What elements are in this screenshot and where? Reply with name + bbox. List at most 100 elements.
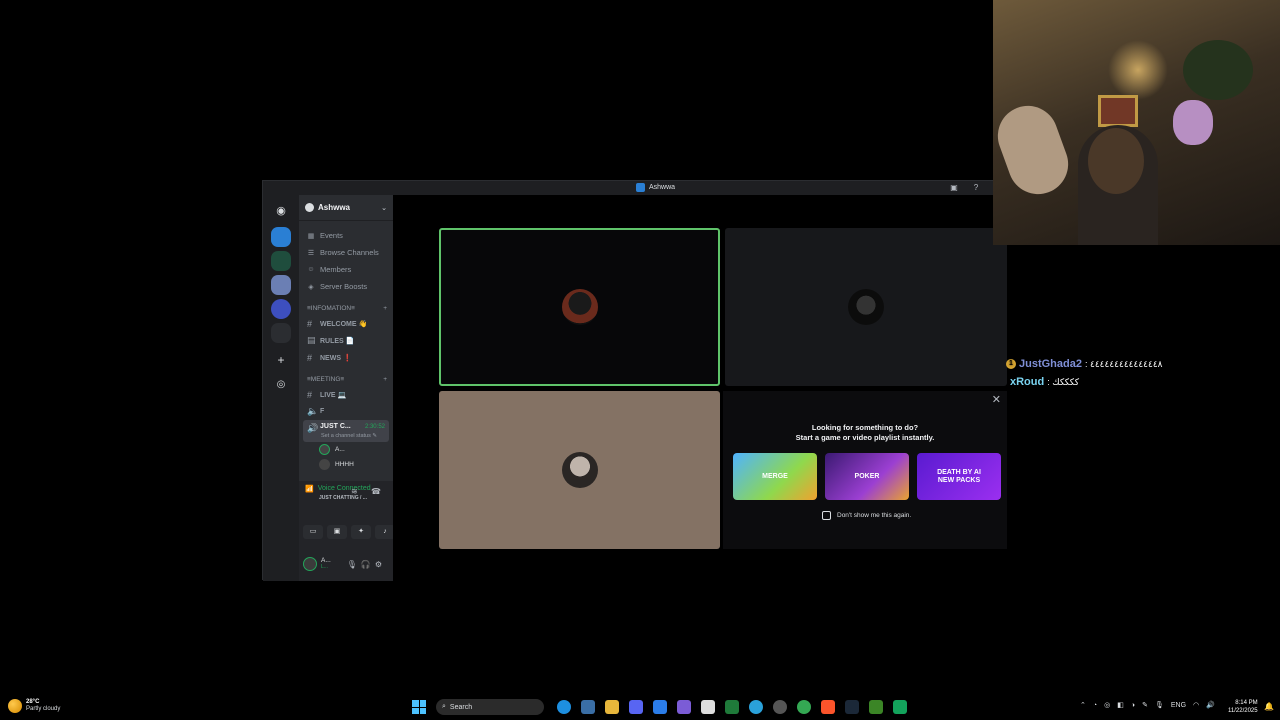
edge-icon[interactable] (557, 700, 571, 714)
video-tile[interactable] (439, 391, 720, 549)
menu-server-boosts[interactable]: ◈ Server Boosts (299, 278, 393, 295)
avatar[interactable] (303, 557, 317, 571)
file-explorer-icon[interactable] (605, 700, 619, 714)
weather-icon (8, 699, 22, 713)
menu-events[interactable]: ▦ Events (299, 227, 393, 244)
wifi-icon[interactable]: ◠ (1193, 701, 1199, 709)
tray-icon[interactable]: ◔ (1093, 702, 1097, 709)
weather-widget[interactable]: 28°C Partly cloudy (8, 699, 60, 713)
avatar (561, 452, 598, 488)
chevron-up-icon[interactable]: ⌃ (1080, 701, 1086, 709)
tray-icon[interactable]: ◑ (1131, 702, 1135, 709)
close-icon[interactable]: ✕ (992, 393, 1001, 406)
activity-card[interactable]: DEATH BY AI NEW PACKS (917, 453, 1001, 500)
channel-rules[interactable]: ▤ RULES 📄 (299, 332, 393, 349)
user-panel: A... L... 🎙 🎧 ⚙ (299, 547, 393, 581)
volume-icon[interactable]: 🔊 (1206, 701, 1215, 709)
video-tile-speaking[interactable] (439, 228, 720, 386)
video-tile[interactable] (725, 228, 1007, 386)
screen-share-button[interactable]: ▣ (327, 525, 347, 539)
discord-home-icon[interactable]: ◉ (271, 201, 291, 221)
channel-live[interactable]: # LIVE 💻 (299, 386, 393, 403)
channel-status[interactable]: Set a channel status ✎ (321, 433, 377, 439)
streamer-head (1088, 128, 1144, 194)
tray-icon[interactable]: ◧ (1117, 701, 1124, 709)
app-icon[interactable] (653, 700, 667, 714)
app-icon[interactable] (677, 700, 691, 714)
category-meeting[interactable]: ≡MEETING≡ + (299, 372, 393, 386)
voice-timer: 2:30:52 (364, 424, 385, 430)
voice-status[interactable]: 📶 Voice Connected (305, 485, 371, 493)
server-header[interactable]: Ashwwa ⌄ (299, 195, 393, 221)
menu-browse-channels[interactable]: ☰ Browse Channels (299, 244, 393, 261)
brave-icon[interactable] (821, 700, 835, 714)
channel-welcome[interactable]: # WELCOME 👋 (299, 315, 393, 332)
windows-start-icon[interactable] (412, 700, 426, 714)
chrome-icon[interactable] (797, 700, 811, 714)
tray-icon[interactable]: ◎ (1104, 701, 1110, 709)
excel-icon[interactable] (725, 700, 739, 714)
menu-members[interactable]: ☺ Members (299, 261, 393, 278)
server-icon[interactable] (271, 323, 291, 343)
plant (1183, 40, 1253, 100)
app-icon[interactable] (893, 700, 907, 714)
server-ashwwa-icon[interactable] (271, 227, 291, 247)
checkbox[interactable] (822, 511, 831, 520)
chat-message: 1 JustGhada2 : ٤٤٤٤٤٤٤٤٤٤٤٤٤٤٨ (1006, 358, 1163, 370)
server-icon[interactable] (271, 299, 291, 319)
discord-icon[interactable] (629, 700, 643, 714)
microphone-icon[interactable]: 🎙 (347, 560, 357, 569)
soundboard-button[interactable]: ♪ (375, 525, 395, 539)
hash-icon: # (307, 318, 313, 329)
add-channel-icon[interactable]: + (383, 376, 387, 383)
noise-suppression-icon[interactable]: ≋ (351, 487, 358, 496)
server-icon (305, 203, 314, 212)
channel-f[interactable]: 🔈 F (299, 403, 393, 420)
notification-icon[interactable]: 🔔 (1264, 702, 1274, 711)
stream-chat: 1 JustGhada2 : ٤٤٤٤٤٤٤٤٤٤٤٤٤٤٨ xRoud : ك… (1006, 358, 1163, 394)
category-infomation[interactable]: ≡INFOMATION≡ + (299, 301, 393, 315)
clock[interactable]: 8:14 PM 11/22/2025 (1228, 699, 1258, 715)
steam-icon[interactable] (845, 700, 859, 714)
disconnect-icon[interactable]: ☎ (371, 487, 381, 496)
activity-card[interactable]: MERGE (733, 453, 817, 500)
taskbar-search[interactable]: ⌕ Search (436, 699, 544, 715)
windows-taskbar: 28°C Partly cloudy ⌕ Search ⌃ ◔ ◎ ◧ ◑ ✎ … (0, 696, 1280, 720)
tray-icon[interactable]: ✎ (1142, 701, 1148, 709)
avatar (319, 459, 330, 470)
server-icon[interactable] (271, 275, 291, 295)
app-icon[interactable] (701, 700, 715, 714)
telegram-icon[interactable] (749, 700, 763, 714)
mail-icon[interactable] (581, 700, 595, 714)
gear-icon[interactable]: ⚙ (375, 560, 382, 569)
microphone-icon[interactable]: 🎙 (1155, 701, 1164, 709)
add-channel-icon[interactable]: + (383, 305, 387, 312)
voice-channel-active[interactable]: 🔊 JUST C... 2:30:52 Set a channel status… (303, 420, 389, 442)
add-server-icon[interactable]: + (271, 350, 291, 370)
avatar (561, 289, 598, 325)
server-icon[interactable] (271, 251, 291, 271)
help-icon[interactable]: ? (971, 183, 981, 193)
inbox-icon[interactable]: ▣ (949, 183, 959, 193)
voice-user[interactable]: HHHH (299, 457, 393, 472)
minecraft-icon[interactable] (869, 700, 883, 714)
activities-button[interactable]: ✦ (351, 525, 371, 539)
server-icon (636, 183, 645, 192)
channel-sidebar: Ashwwa ⌄ ▦ Events ☰ Browse Channels ☺ Membe… (299, 195, 393, 481)
language-indicator[interactable]: ENG (1171, 702, 1186, 709)
app-icon[interactable] (773, 700, 787, 714)
activity-card[interactable]: POKER (825, 453, 909, 500)
discover-icon[interactable]: ◎ (271, 375, 291, 395)
voice-user[interactable]: A... (299, 442, 393, 457)
lamp-glow (1108, 40, 1168, 100)
hash-icon: # (307, 389, 313, 400)
dont-show-again[interactable]: Don't show me this again. (822, 511, 911, 520)
hash-icon: # (307, 352, 313, 363)
search-icon: ⌕ (442, 703, 446, 710)
activity-suggestion-panel: ✕ Looking for something to do? Start a g… (723, 391, 1007, 549)
headphones-icon[interactable]: 🎧 (361, 560, 371, 569)
camera-button[interactable]: ▭ (303, 525, 323, 539)
channel-news[interactable]: # NEWS ❗ (299, 349, 393, 366)
chevron-down-icon: ⌄ (381, 204, 387, 212)
picture-frame (1098, 95, 1138, 127)
